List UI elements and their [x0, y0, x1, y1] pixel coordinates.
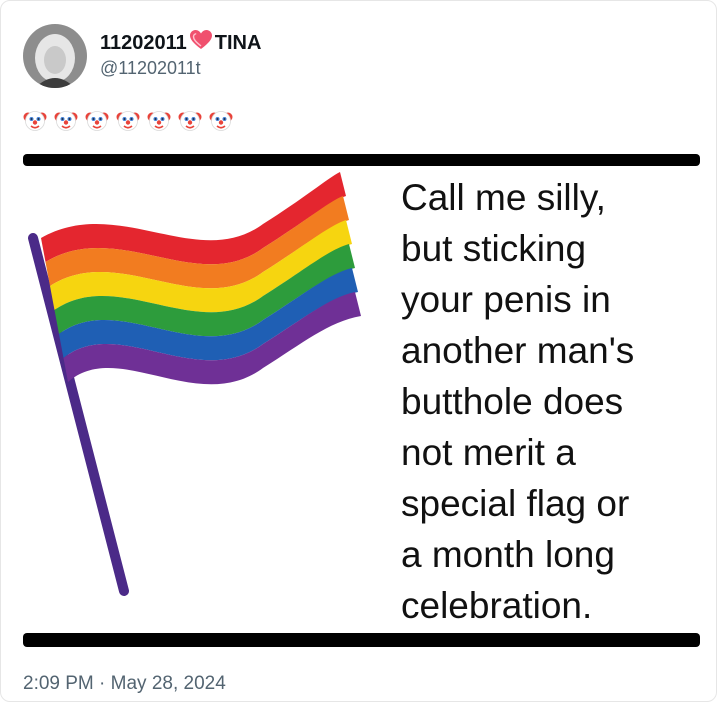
user-handle[interactable]: @11202011t	[100, 58, 201, 79]
display-name-text: 11202011	[100, 31, 187, 54]
clown-face-icon	[23, 111, 47, 131]
timestamp-date: May 28, 2024	[110, 673, 226, 694]
display-name-suffix: TINA	[214, 31, 262, 54]
clown-face-icon	[209, 111, 233, 131]
clown-face-icon	[178, 111, 202, 131]
avatar[interactable]	[23, 24, 87, 88]
rainbow-flag-icon	[28, 172, 361, 596]
clown-face-icon	[54, 111, 78, 131]
avatar-image	[23, 24, 87, 88]
clown-face-icon	[116, 111, 140, 131]
meme-text: Call me silly, but sticking your penis i…	[401, 177, 635, 626]
timestamp[interactable]: 2:09 PM · May 28, 2024	[23, 673, 226, 695]
flag-stripes	[41, 172, 361, 385]
tweet-card: 11202011 TINA @11202011t Call me silly, …	[0, 0, 717, 702]
bottom-black-bar	[23, 633, 700, 647]
display-name[interactable]: 11202011 TINA	[100, 30, 261, 56]
timestamp-time: 2:09 PM	[23, 673, 94, 694]
clown-face-icon	[147, 111, 171, 131]
heart-icon	[189, 30, 212, 56]
emoji-row	[23, 108, 233, 132]
clown-face-icon	[85, 111, 109, 131]
timestamp-separator: ·	[99, 673, 106, 694]
tweet-media[interactable]: Call me silly, but sticking your penis i…	[23, 154, 700, 647]
